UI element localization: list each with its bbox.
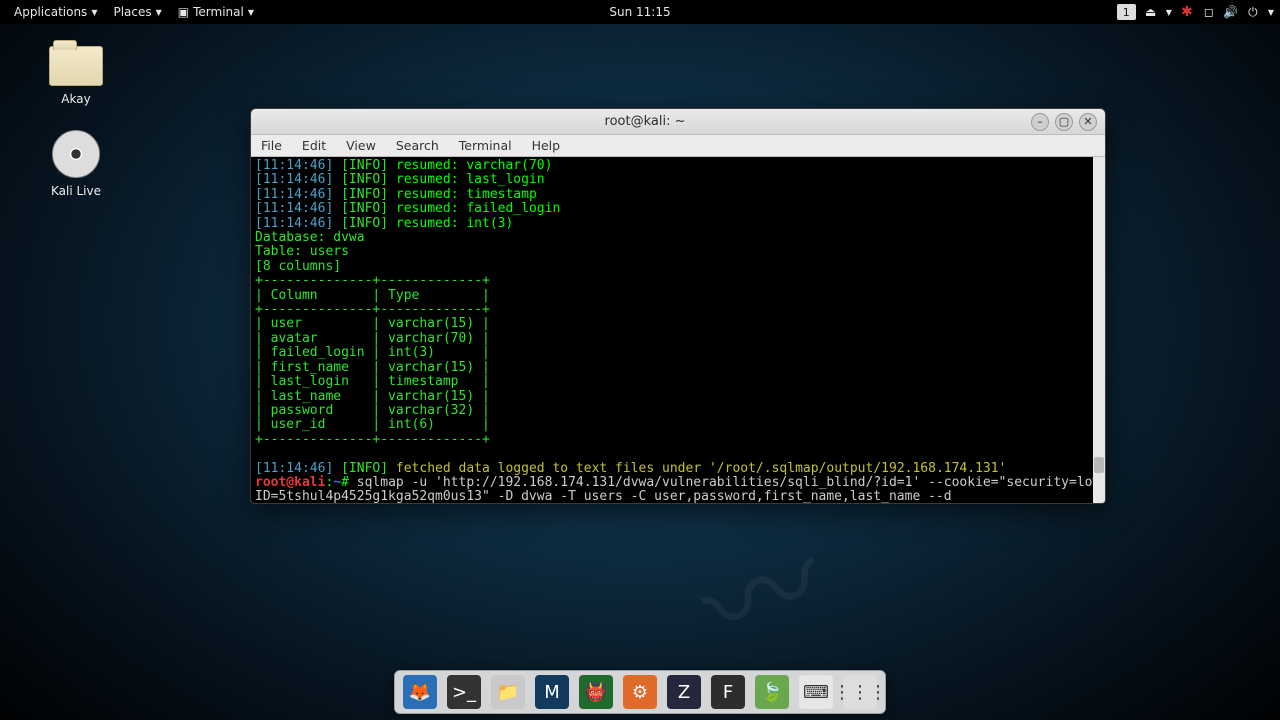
- minimize-button[interactable]: –: [1031, 113, 1049, 131]
- volume-icon[interactable]: 🔊: [1224, 5, 1238, 19]
- chevron-down-icon: ▼: [1166, 8, 1172, 17]
- chevron-down-icon: ▼: [248, 8, 254, 17]
- chevron-down-icon: ▼: [1268, 8, 1274, 17]
- menu-edit[interactable]: Edit: [292, 138, 336, 153]
- chevron-down-icon: ▼: [156, 8, 162, 17]
- menu-applications-label: Applications: [14, 5, 87, 19]
- terminal-icon: ▣: [178, 5, 189, 19]
- menu-help[interactable]: Help: [522, 138, 571, 153]
- desktop-icon-label: Kali Live: [36, 184, 116, 198]
- clock-label: Sun 11:15: [609, 5, 670, 19]
- terminal-window: root@kali: ~ – ▢ ✕ File Edit View Search…: [250, 108, 1106, 504]
- window-title: root@kali: ~: [259, 114, 1031, 129]
- menu-file[interactable]: File: [251, 138, 292, 153]
- dock-app-armitage[interactable]: 👹: [579, 675, 613, 709]
- maximize-button[interactable]: ▢: [1055, 113, 1073, 131]
- clock[interactable]: Sun 11:15: [609, 5, 670, 19]
- screen-icon[interactable]: ◻: [1202, 5, 1216, 19]
- terminal-body[interactable]: [11:14:46] [INFO] resumed: varchar(70) […: [251, 157, 1105, 503]
- titlebar[interactable]: root@kali: ~ – ▢ ✕: [251, 109, 1105, 135]
- folder-icon: [49, 46, 103, 86]
- workspace-indicator[interactable]: 1: [1117, 4, 1136, 20]
- dock-app-files[interactable]: 📁: [491, 675, 525, 709]
- workspace-number: 1: [1123, 6, 1130, 19]
- desktop-icon-disc-kali-live[interactable]: Kali Live: [36, 130, 116, 198]
- dock-app-zenmap[interactable]: Z: [667, 675, 701, 709]
- menu-applications[interactable]: Applications ▼: [6, 5, 105, 19]
- top-bar: Applications ▼ Places ▼ ▣ Terminal ▼ Sun…: [0, 0, 1280, 24]
- eject-icon[interactable]: ⏏: [1144, 5, 1158, 19]
- dock-app-firefox[interactable]: 🦊: [403, 675, 437, 709]
- menu-places[interactable]: Places ▼: [105, 5, 169, 19]
- desktop-icons: Akay Kali Live: [36, 46, 116, 198]
- power-icon[interactable]: ⏻: [1246, 5, 1260, 19]
- menu-search[interactable]: Search: [386, 138, 449, 153]
- scrollbar-thumb[interactable]: [1094, 457, 1104, 473]
- menu-places-label: Places: [113, 5, 151, 19]
- dock: 🦊 >_ 📁 M 👹 ⚙ ZF 🍃 ⌨ ⋮⋮⋮: [394, 670, 886, 714]
- menu-view[interactable]: View: [336, 138, 386, 153]
- chevron-down-icon: ▼: [91, 8, 97, 17]
- dock-app-show-apps[interactable]: ⋮⋮⋮: [843, 675, 877, 709]
- dock-app-leafpad[interactable]: 🍃: [755, 675, 789, 709]
- menu-terminal[interactable]: Terminal: [449, 138, 522, 153]
- wallpaper-dragon-icon: 〰: [674, 485, 846, 690]
- menu-active-app-label: Terminal: [193, 5, 244, 19]
- dock-app-terminal[interactable]: >_: [447, 675, 481, 709]
- dock-app-metasploit[interactable]: M: [535, 675, 569, 709]
- desktop-icon-folder-akay[interactable]: Akay: [36, 46, 116, 106]
- disc-icon: [52, 130, 100, 178]
- scrollbar[interactable]: [1093, 157, 1105, 503]
- menu-active-app[interactable]: ▣ Terminal ▼: [170, 5, 262, 19]
- dock-app-faraday[interactable]: F: [711, 675, 745, 709]
- dock-app-burpsuite[interactable]: ⚙: [623, 675, 657, 709]
- close-button[interactable]: ✕: [1079, 113, 1097, 131]
- recording-icon[interactable]: ✱: [1180, 5, 1194, 19]
- menubar: File Edit View Search Terminal Help: [251, 135, 1105, 157]
- desktop-icon-label: Akay: [36, 92, 116, 106]
- dock-app-xvkbd[interactable]: ⌨: [799, 675, 833, 709]
